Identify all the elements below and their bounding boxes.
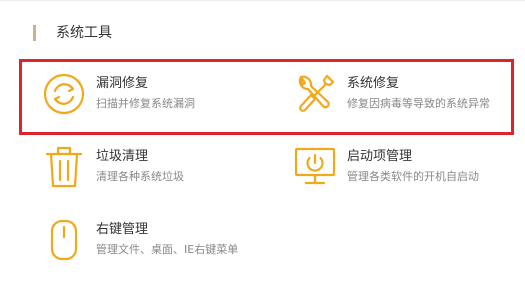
tool-name: 右键管理	[96, 222, 149, 237]
section-title: 系统工具	[56, 25, 112, 41]
refresh-circle-icon	[42, 72, 86, 116]
wrench-screwdriver-icon	[293, 72, 337, 116]
tool-description: 扫描并修复系统漏洞	[96, 97, 195, 110]
tool-description: 修复因病毒等导致的系统异常	[347, 97, 490, 110]
tool-description: 管理各类软件的开机自启动	[347, 170, 479, 183]
tool-description: 管理文件、桌面、IE右键菜单	[96, 243, 239, 256]
tool-vulnerability-repair[interactable]: 漏洞修复 扫描并修复系统漏洞	[42, 72, 195, 116]
tool-context-menu-manager[interactable]: 右键管理 管理文件、桌面、IE右键菜单	[42, 218, 238, 262]
tool-system-repair[interactable]: 系统修复 修复因病毒等导致的系统异常	[293, 72, 490, 116]
tool-name: 垃圾清理	[96, 149, 149, 164]
top-divider	[0, 0, 525, 1]
section-accent-bar	[33, 25, 36, 41]
section-header: 系统工具	[33, 23, 112, 43]
tool-name: 漏洞修复	[96, 76, 149, 91]
tool-startup-manager[interactable]: 启动项管理 管理各类软件的开机自启动	[293, 145, 479, 189]
tool-description: 清理各种系统垃圾	[96, 170, 184, 183]
tool-name: 启动项管理	[347, 149, 413, 164]
trash-bin-icon	[42, 145, 86, 189]
tool-name: 系统修复	[347, 76, 400, 91]
mouse-icon	[42, 218, 86, 262]
monitor-power-icon	[293, 145, 337, 189]
tool-junk-cleanup[interactable]: 垃圾清理 清理各种系统垃圾	[42, 145, 184, 189]
